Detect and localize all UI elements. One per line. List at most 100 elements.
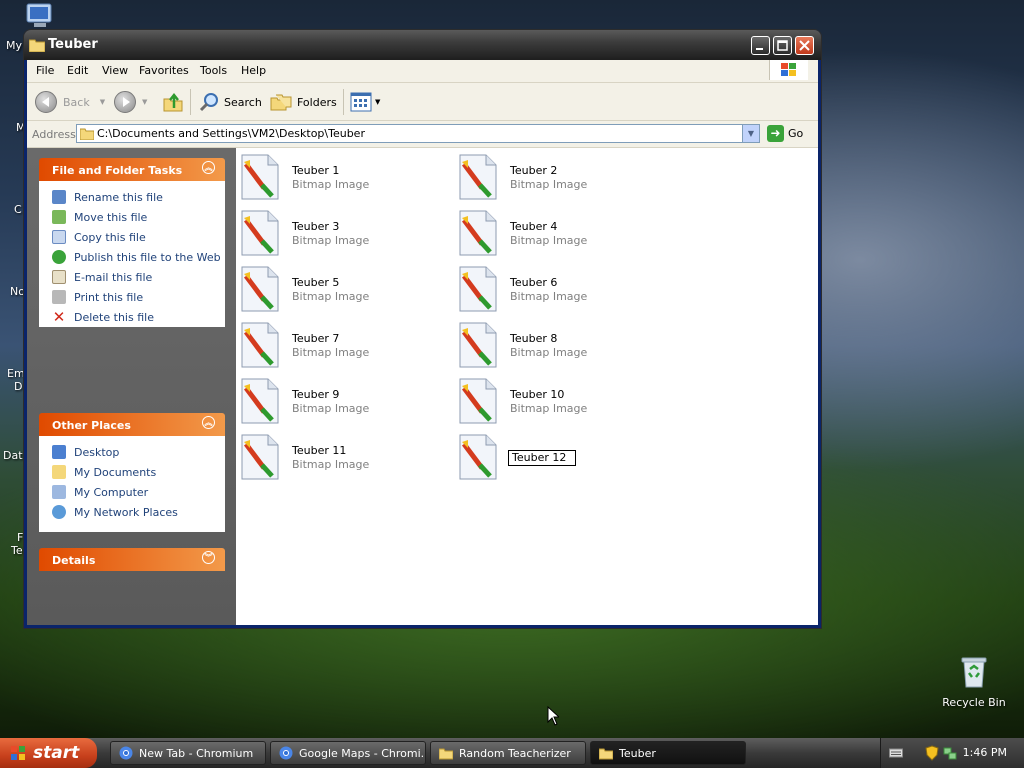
menu-help[interactable]: Help bbox=[241, 64, 266, 77]
toolbar-separator bbox=[343, 89, 344, 115]
file-type: Bitmap Image bbox=[510, 346, 588, 359]
taskbar-button-google-maps[interactable]: Google Maps - Chromi... bbox=[270, 741, 426, 765]
place-label: My Documents bbox=[74, 465, 157, 479]
close-button[interactable] bbox=[795, 36, 814, 55]
chromium-icon bbox=[119, 746, 133, 760]
forward-button[interactable]: ▼ bbox=[114, 90, 147, 114]
go-button[interactable]: ➜ Go bbox=[767, 125, 803, 142]
search-button[interactable]: Search bbox=[198, 90, 262, 114]
desktop-label-fragment: D bbox=[14, 380, 23, 393]
file-item[interactable]: Teuber 6 Bitmap Image bbox=[454, 262, 664, 312]
up-folder-button[interactable] bbox=[162, 90, 184, 114]
file-folder-tasks-header[interactable]: File and Folder Tasks ︽ bbox=[39, 158, 225, 181]
go-arrow-icon: ➜ bbox=[767, 125, 784, 142]
bitmap-file-icon bbox=[241, 322, 279, 368]
task-label: Move this file bbox=[74, 210, 148, 224]
windows-flag-icon bbox=[11, 746, 25, 760]
security-shield-icon[interactable] bbox=[925, 745, 939, 761]
file-item[interactable]: Teuber 8 Bitmap Image bbox=[454, 318, 664, 368]
bitmap-file-icon bbox=[241, 210, 279, 256]
collapse-chevron-icon[interactable]: ︽ bbox=[202, 161, 215, 174]
task-print-file[interactable]: Print this file bbox=[39, 287, 225, 307]
task-label: Publish this file to the Web bbox=[74, 250, 221, 264]
printer-icon bbox=[52, 290, 66, 304]
expand-chevron-icon[interactable]: ︾ bbox=[202, 551, 215, 564]
task-copy-file[interactable]: Copy this file bbox=[39, 227, 225, 247]
file-item[interactable]: Teuber 1 Bitmap Image bbox=[236, 150, 446, 200]
maximize-button[interactable] bbox=[773, 36, 792, 55]
task-label: Delete this file bbox=[74, 310, 154, 324]
menu-edit[interactable]: Edit bbox=[67, 64, 88, 77]
menu-favorites[interactable]: Favorites bbox=[139, 64, 189, 77]
menu-file[interactable]: File bbox=[36, 64, 54, 77]
file-type: Bitmap Image bbox=[510, 234, 588, 247]
back-arrow-icon bbox=[35, 91, 57, 113]
collapse-chevron-icon[interactable]: ︽ bbox=[202, 416, 215, 429]
taskbar-button-random-teacherizer[interactable]: Random Teacherizer bbox=[430, 741, 586, 765]
task-publish-web[interactable]: Publish this file to the Web bbox=[39, 247, 225, 267]
start-button[interactable]: start bbox=[0, 738, 97, 768]
file-item[interactable]: Teuber 4 Bitmap Image bbox=[454, 206, 664, 256]
other-places-header[interactable]: Other Places ︽ bbox=[39, 413, 225, 436]
file-item[interactable]: Teuber 9 Bitmap Image bbox=[236, 374, 446, 424]
task-delete-file[interactable]: ✕ Delete this file bbox=[39, 307, 225, 327]
folders-button[interactable]: Folders bbox=[270, 90, 337, 114]
network-icon bbox=[52, 505, 66, 519]
taskbar-button-label: Google Maps - Chromi... bbox=[299, 746, 426, 760]
file-type: Bitmap Image bbox=[292, 458, 370, 471]
close-icon bbox=[799, 40, 810, 51]
desktop-label-fragment: C bbox=[14, 203, 22, 216]
file-item[interactable]: Teuber 2 Bitmap Image bbox=[454, 150, 664, 200]
recycle-bin-label: Recycle Bin bbox=[942, 696, 1006, 709]
views-icon bbox=[350, 92, 372, 112]
back-button[interactable]: Back ▼ bbox=[35, 90, 105, 114]
task-email-file[interactable]: E-mail this file bbox=[39, 267, 225, 287]
file-item[interactable]: Teuber 10 Bitmap Image bbox=[454, 374, 664, 424]
folder-icon bbox=[80, 128, 94, 140]
file-item[interactable]: Teuber 5 Bitmap Image bbox=[236, 262, 446, 312]
address-input[interactable]: C:\Documents and Settings\VM2\Desktop\Te… bbox=[76, 124, 760, 143]
address-dropdown-button[interactable]: ▼ bbox=[742, 125, 759, 142]
place-desktop[interactable]: Desktop bbox=[39, 442, 225, 462]
file-item[interactable]: Teuber 7 Bitmap Image bbox=[236, 318, 446, 368]
documents-folder-icon bbox=[52, 465, 66, 479]
explorer-window[interactable]: Teuber File Edit View Favorites Tools He… bbox=[24, 30, 821, 628]
keyboard-icon[interactable] bbox=[889, 747, 903, 759]
delete-x-icon: ✕ bbox=[52, 308, 66, 326]
bitmap-file-icon bbox=[241, 434, 279, 480]
taskbar-button-new-tab[interactable]: New Tab - Chromium bbox=[110, 741, 266, 765]
search-label: Search bbox=[224, 95, 262, 109]
desktop-icon-my-computer[interactable] bbox=[22, 2, 58, 30]
file-item[interactable]: Teuber 3 Bitmap Image bbox=[236, 206, 446, 256]
move-icon bbox=[52, 210, 66, 224]
file-item[interactable]: Teuber 11 Bitmap Image bbox=[236, 430, 446, 480]
file-list[interactable]: Teuber 12 Teuber 1 Bitmap Image Teuber 2 Bi… bbox=[236, 148, 818, 625]
computer-icon bbox=[52, 485, 66, 499]
taskbar-button-label: Teuber bbox=[619, 746, 656, 760]
place-my-documents[interactable]: My Documents bbox=[39, 462, 225, 482]
file-type: Bitmap Image bbox=[292, 234, 370, 247]
file-type: Bitmap Image bbox=[292, 346, 370, 359]
minimize-button[interactable] bbox=[751, 36, 770, 55]
task-move-file[interactable]: Move this file bbox=[39, 207, 225, 227]
task-pane: File and Folder Tasks ︽ Rename this file… bbox=[27, 148, 236, 625]
title-bar[interactable]: Teuber bbox=[24, 30, 821, 60]
desktop-icon-recycle-bin[interactable]: Recycle Bin bbox=[940, 655, 1008, 709]
place-label: Desktop bbox=[74, 445, 120, 459]
menu-tools[interactable]: Tools bbox=[200, 64, 227, 77]
file-name: Teuber 1 bbox=[292, 164, 340, 177]
taskbar-button-teuber[interactable]: Teuber bbox=[590, 741, 746, 765]
desktop-icon bbox=[52, 445, 66, 459]
file-folder-tasks-title: File and Folder Tasks bbox=[52, 164, 183, 177]
place-my-network-places[interactable]: My Network Places bbox=[39, 502, 225, 522]
place-my-computer[interactable]: My Computer bbox=[39, 482, 225, 502]
file-name: Teuber 5 bbox=[292, 276, 340, 289]
clock[interactable]: 1:46 PM bbox=[963, 746, 1007, 759]
views-button[interactable]: ▼ bbox=[350, 90, 380, 114]
menu-view[interactable]: View bbox=[102, 64, 128, 77]
network-tray-icon[interactable] bbox=[943, 745, 957, 761]
file-name: Teuber 6 bbox=[510, 276, 558, 289]
details-header[interactable]: Details ︾ bbox=[39, 548, 225, 571]
rename-input[interactable]: Teuber 12 bbox=[508, 450, 576, 466]
task-rename-file[interactable]: Rename this file bbox=[39, 187, 225, 207]
